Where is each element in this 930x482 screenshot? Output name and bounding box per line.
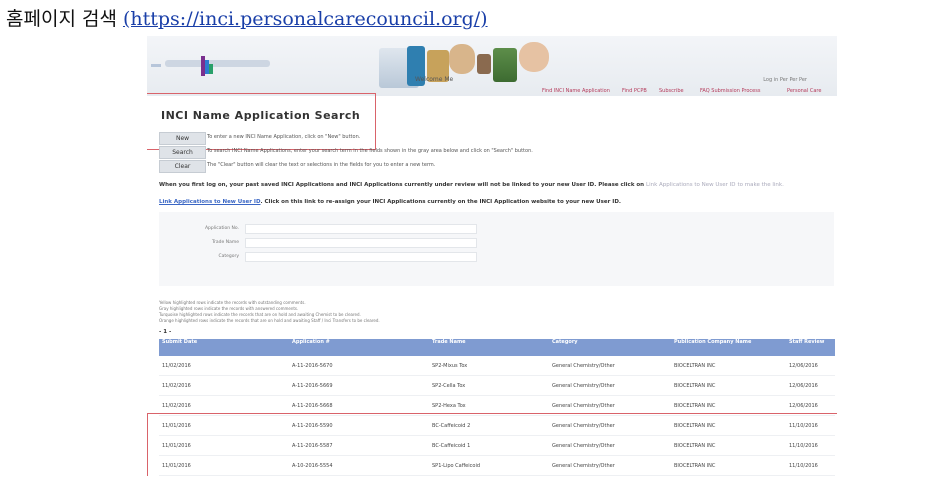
search-form: Application No. Trade Name Category: [159, 212, 834, 286]
category-label: Category: [218, 254, 239, 259]
search-button-description: To search INCI Name Applications, enter …: [207, 148, 533, 154]
link-notice: When you first log on, your past saved I…: [159, 182, 784, 188]
page-caption: 홈페이지 검색 (https://inci.personalcarecounci…: [6, 4, 488, 31]
nav-item-subscribe[interactable]: Subscribe: [659, 88, 684, 94]
link-instructions: Link Applications to New User ID. Click …: [159, 199, 621, 205]
banner-photos: [379, 40, 559, 90]
legend-gray: Gray highlighted rows indicate the recor…: [159, 306, 299, 311]
trade-name-label: Trade Name: [211, 240, 239, 245]
rows-highlight-box: [147, 413, 837, 476]
col-trade-name[interactable]: Trade Name: [429, 339, 549, 356]
application-no-input[interactable]: [245, 224, 477, 234]
cell-submit-date: 11/02/2016: [159, 375, 289, 396]
table-row[interactable]: 11/02/2016 A-11-2016-5670 SP2-Mixus Tox …: [159, 356, 835, 376]
link-notice-text: When you first log on, your past saved I…: [159, 182, 645, 188]
legend-orange: Orange highlighted rows indicate the rec…: [159, 318, 380, 323]
cell-company: BIOCELTRAN INC: [671, 356, 786, 376]
login-status: Log in Per Per Per: [763, 77, 807, 83]
cell-category: General Chemistry/Other: [549, 356, 671, 376]
clear-button-description: The "Clear" button will clear the text o…: [207, 162, 436, 168]
clear-button[interactable]: Clear: [159, 160, 206, 173]
legend-yellow: Yellow highlighted rows indicate the rec…: [159, 300, 306, 305]
nav-item-find-pcpb[interactable]: Find PCPB: [622, 88, 647, 94]
pagination[interactable]: - 1 -: [159, 329, 171, 335]
site-banner: Welcome Me Log in Per Per Per: [147, 36, 837, 96]
cell-trade-name: SP2-Cella Tox: [429, 375, 549, 396]
category-select[interactable]: [245, 252, 477, 262]
col-application-no[interactable]: Application #: [289, 339, 429, 356]
cell-trade-name: SP2-Mixus Tox: [429, 356, 549, 376]
caption-url[interactable]: (https://inci.personalcarecouncil.org/): [123, 8, 488, 30]
table-header-row: Submit Date Application # Trade Name Cat…: [159, 339, 835, 356]
col-publication-company[interactable]: Publication Company Name: [671, 339, 786, 356]
cell-submit-date: 11/02/2016: [159, 356, 289, 376]
caption-label: 홈페이지 검색: [6, 8, 117, 30]
cell-application-no: A-11-2016-5669: [289, 375, 429, 396]
link-notice-tail: to make the link.: [737, 182, 784, 188]
link-instructions-text: . Click on this link to re-assign your I…: [260, 199, 621, 205]
nav-item-faq[interactable]: FAQ Submission Process: [700, 88, 760, 94]
cell-company: BIOCELTRAN INC: [671, 375, 786, 396]
new-button-description: To enter a new INCI Name Application, cl…: [207, 134, 361, 140]
nav-item-personal-care[interactable]: Personal Care: [787, 88, 821, 94]
application-no-label: Application No.: [204, 226, 239, 231]
table-row[interactable]: 11/02/2016 A-11-2016-5669 SP2-Cella Tox …: [159, 375, 835, 396]
cell-application-no: A-11-2016-5670: [289, 356, 429, 376]
cell-category: General Chemistry/Other: [549, 375, 671, 396]
cell-staff-review: 12/06/2016: [786, 356, 835, 376]
col-category[interactable]: Category: [549, 339, 671, 356]
new-button[interactable]: New: [159, 132, 206, 145]
page-title: INCI Name Application Search: [161, 109, 361, 122]
trade-name-input[interactable]: [245, 238, 477, 248]
welcome-text: Welcome Me: [415, 76, 454, 83]
pcpc-logo[interactable]: [151, 46, 271, 86]
search-button[interactable]: Search: [159, 146, 206, 159]
screenshot-frame: Welcome Me Log in Per Per Per Find INCI …: [147, 36, 837, 476]
link-applications-link[interactable]: Link Applications to New User ID: [159, 199, 261, 205]
link-notice-inline-link[interactable]: Link Applications to New User ID: [646, 182, 736, 188]
col-staff-review[interactable]: Staff Review: [786, 339, 835, 356]
cell-staff-review: 12/06/2016: [786, 375, 835, 396]
legend-turquoise: Turquoise highlighted rows indicate the …: [159, 312, 361, 317]
nav-item-find-app[interactable]: Find INCI Name Application: [542, 88, 610, 94]
col-submit-date[interactable]: Submit Date: [159, 339, 289, 356]
